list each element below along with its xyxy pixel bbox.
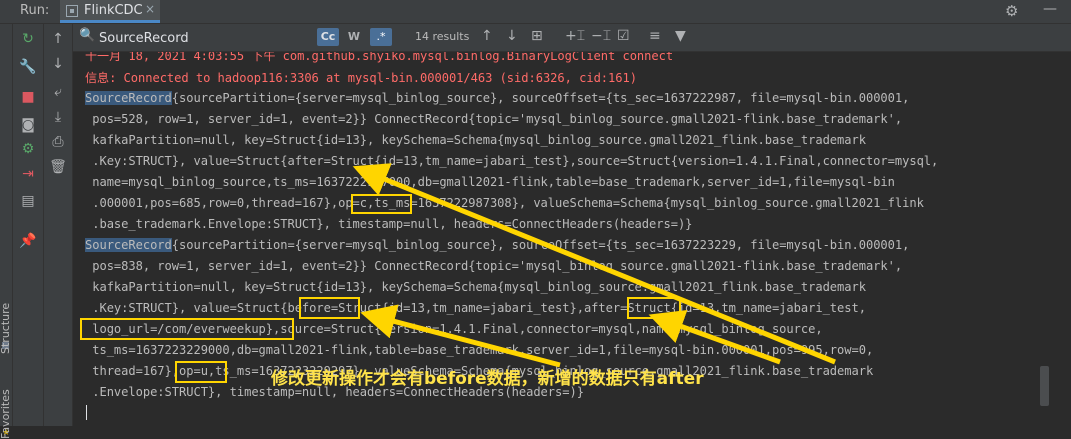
annotation-text: 修改更新操作才会有before数据，新增的数据只有after	[271, 369, 704, 389]
arrow-to-after-second	[648, 310, 781, 365]
arrow-to-before	[360, 304, 561, 368]
annotation-arrows	[352, 163, 836, 368]
